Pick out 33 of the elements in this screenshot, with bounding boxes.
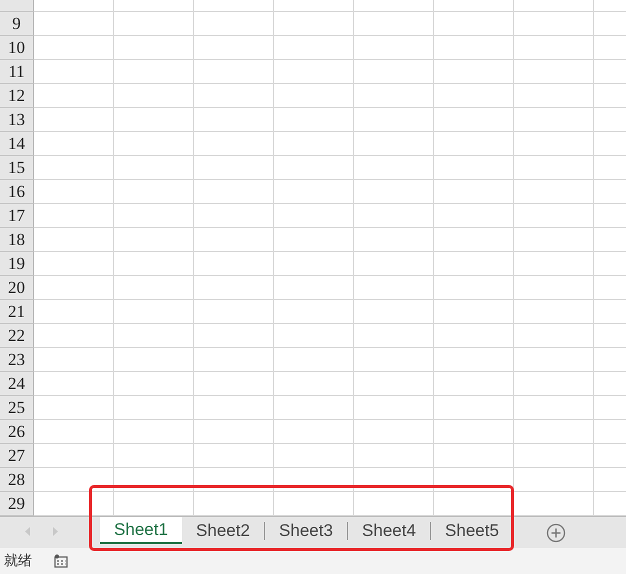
row-number[interactable]: 14 (0, 132, 34, 156)
row-number[interactable]: 17 (0, 204, 34, 228)
row-number[interactable]: 9 (0, 12, 34, 36)
row-number[interactable]: 29 (0, 492, 34, 516)
sheet-tab[interactable]: Sheet3 (265, 517, 347, 545)
row-number[interactable]: 26 (0, 420, 34, 444)
calculator-icon[interactable] (54, 554, 68, 568)
row-number[interactable]: 23 (0, 348, 34, 372)
row-number[interactable]: 24 (0, 372, 34, 396)
row-number[interactable]: 11 (0, 60, 34, 84)
row-number[interactable]: 21 (0, 300, 34, 324)
add-sheet-icon[interactable] (546, 523, 566, 543)
scroll-left-icon[interactable] (25, 527, 31, 536)
row-header-cell[interactable] (0, 0, 34, 12)
sheet-tab[interactable]: Sheet1 (100, 517, 182, 544)
row-number[interactable]: 12 (0, 84, 34, 108)
row-number[interactable]: 10 (0, 36, 34, 60)
row-number[interactable]: 25 (0, 396, 34, 420)
sheet-tab[interactable]: Sheet2 (182, 517, 264, 545)
scroll-right-icon[interactable] (52, 527, 58, 536)
row-number[interactable]: 27 (0, 444, 34, 468)
worksheet-grid[interactable] (34, 0, 626, 516)
row-number[interactable]: 15 (0, 156, 34, 180)
row-number[interactable]: 16 (0, 180, 34, 204)
row-number[interactable]: 19 (0, 252, 34, 276)
status-text: 就绪 (4, 552, 32, 570)
row-number[interactable]: 22 (0, 324, 34, 348)
sheet-tab[interactable]: Sheet5 (431, 517, 513, 545)
row-number[interactable]: 13 (0, 108, 34, 132)
row-number[interactable]: 18 (0, 228, 34, 252)
sheet-tab[interactable]: Sheet4 (348, 517, 430, 545)
row-number[interactable]: 20 (0, 276, 34, 300)
row-number[interactable]: 28 (0, 468, 34, 492)
